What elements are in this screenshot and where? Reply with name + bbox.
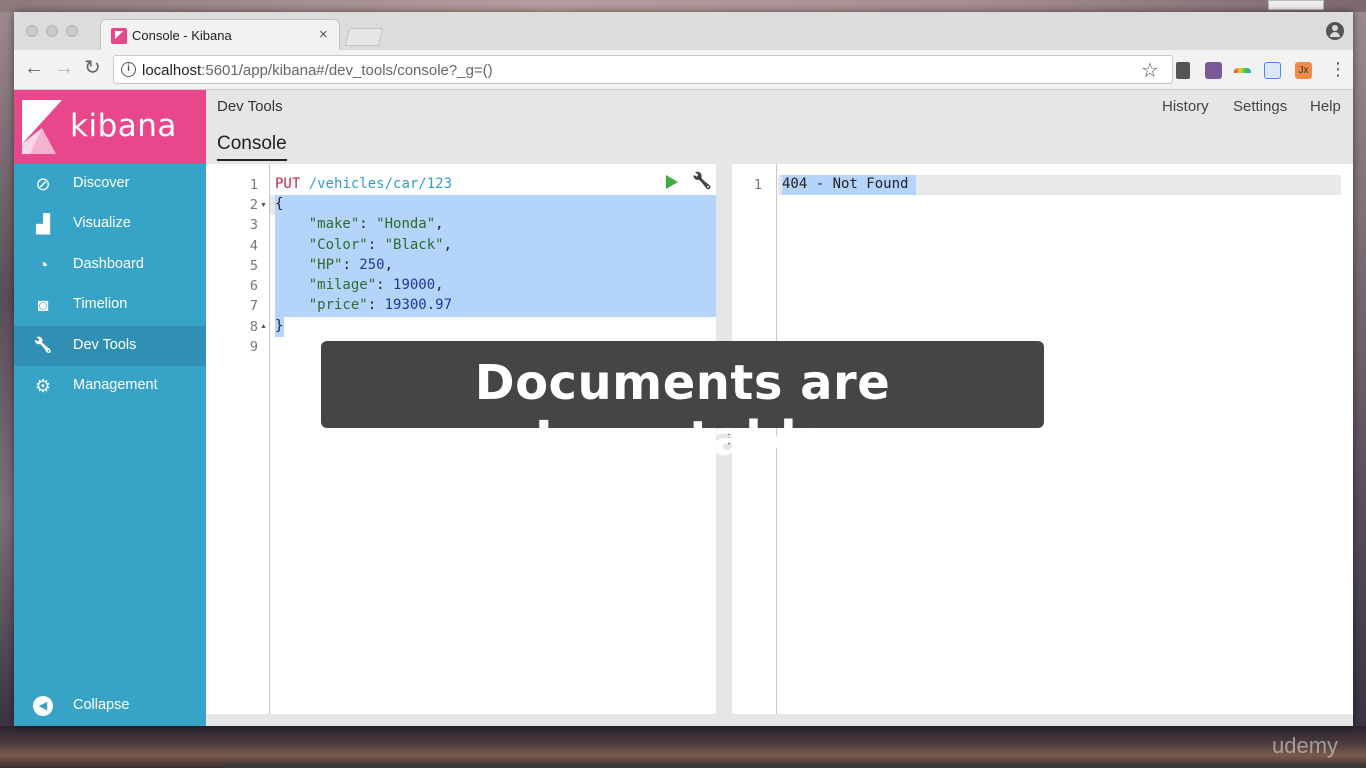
address-bar[interactable]: i localhost:5601/app/kibana#/dev_tools/c… xyxy=(113,55,1173,84)
rainbow-icon[interactable] xyxy=(1234,68,1251,73)
sidebar-item-management[interactable]: ⚙ Management xyxy=(14,366,206,406)
new-tab-button[interactable] xyxy=(344,28,384,46)
http-method: PUT xyxy=(275,176,301,192)
desktop-thumbnail xyxy=(1268,0,1324,10)
request-path: /vehicles/car/123 xyxy=(308,176,453,192)
sidebar-item-timelion[interactable]: ◙ Timelion xyxy=(14,285,206,325)
udemy-watermark: udemy xyxy=(1272,733,1339,758)
wrench-icon: 🔧 xyxy=(33,337,53,354)
window-close-button[interactable] xyxy=(26,25,38,37)
line-number: 9 xyxy=(249,339,258,355)
kibana-favicon-icon xyxy=(111,28,127,44)
line-number: 8 xyxy=(249,319,258,335)
help-link[interactable]: Help xyxy=(1310,98,1341,115)
run-request-icon[interactable] xyxy=(666,175,678,189)
tab-title: Console - Kibana xyxy=(132,28,232,43)
collapse-icon: ◀ xyxy=(33,696,53,716)
tab-console-kibana[interactable]: Console - Kibana × xyxy=(100,19,340,50)
info-icon[interactable]: i xyxy=(121,62,136,77)
sidebar-item-dev-tools[interactable]: 🔧 Dev Tools xyxy=(14,326,206,366)
sidebar-item-visualize[interactable]: ▟ Visualize xyxy=(14,204,206,244)
sidebar-item-discover[interactable]: ⊘ Discover xyxy=(14,164,206,204)
kibana-logo-text: kibana xyxy=(70,108,177,144)
settings-link[interactable]: Settings xyxy=(1233,98,1287,115)
sidebar-item-dashboard[interactable]: ◔ Dashboard xyxy=(14,245,206,285)
reload-icon[interactable]: ↻ xyxy=(84,58,101,78)
desktop-background-top xyxy=(0,0,1366,12)
kibana-logo[interactable]: kibana xyxy=(14,90,206,164)
tab-close-icon[interactable]: × xyxy=(319,26,328,43)
gauge-icon: ◔ xyxy=(37,255,49,275)
collapse-label: Collapse xyxy=(73,697,130,713)
robot-icon[interactable] xyxy=(1176,62,1190,79)
fold-toggle-icon[interactable]: ▼ xyxy=(260,202,267,209)
line-number: 3 xyxy=(249,217,258,233)
request-line: PUT /vehicles/car/123 xyxy=(275,176,452,192)
gear-icon: ⚙ xyxy=(34,376,52,396)
forward-arrow-icon[interactable]: → xyxy=(54,58,74,78)
request-options-wrench-icon[interactable]: 🔧 xyxy=(692,171,712,191)
desktop-bottom-bar xyxy=(225,764,1365,768)
sidebar-item-label: Visualize xyxy=(73,215,131,231)
tab-console[interactable]: Console xyxy=(217,133,287,161)
profile-icon[interactable] xyxy=(1326,22,1344,40)
line-number: 1 xyxy=(249,177,258,193)
line-number: 1 xyxy=(753,177,762,193)
bookmark-star-icon[interactable]: ☆ xyxy=(1141,58,1159,83)
json-field: "Color": "Black", xyxy=(308,237,453,253)
sidebar-item-label: Management xyxy=(73,377,158,393)
browser-menu-icon[interactable]: ⋮ xyxy=(1329,58,1347,80)
sidebar: kibana ⊘ Discover ▟ Visualize ◔ Dashboar… xyxy=(14,90,206,726)
json-field: "price": 19300.97 xyxy=(308,297,453,313)
sidebar-item-label: Dashboard xyxy=(73,256,144,272)
sidebar-collapse[interactable]: ◀ Collapse xyxy=(14,686,206,726)
timelion-icon: ◙ xyxy=(37,295,49,315)
line-number: 7 xyxy=(249,298,258,314)
browser-toolbar: ← → ↻ i localhost:5601/app/kibana#/dev_t… xyxy=(14,50,1353,90)
breadcrumb[interactable]: Dev Tools xyxy=(217,98,283,115)
compass-icon: ⊘ xyxy=(35,174,51,194)
history-link[interactable]: History xyxy=(1162,98,1209,115)
url-text[interactable]: localhost:5601/app/kibana#/dev_tools/con… xyxy=(142,62,493,79)
sidebar-item-label: Dev Tools xyxy=(73,337,137,353)
back-arrow-icon[interactable]: ← xyxy=(24,58,44,78)
line-number: 6 xyxy=(249,278,258,294)
line-number: 4 xyxy=(249,238,258,254)
sidebar-item-label: Timelion xyxy=(73,296,128,312)
desktop-background-right xyxy=(1353,12,1366,726)
json-field: "make": "Honda", xyxy=(308,216,444,232)
response-text: 404 - Not Found xyxy=(782,176,909,192)
desktop-background-bottom xyxy=(0,726,1366,768)
tab-bar: Console - Kibana × xyxy=(14,12,1353,50)
pillow-icon[interactable] xyxy=(1205,62,1222,79)
open-brace: { xyxy=(275,196,284,212)
kibana-logo-icon xyxy=(22,100,62,154)
line-number: 2 xyxy=(249,197,258,213)
caption-text: Documents are Immutable xyxy=(474,355,891,467)
desktop-background-left xyxy=(0,12,14,726)
window-minimize-button[interactable] xyxy=(46,25,58,37)
close-brace: } xyxy=(275,318,284,334)
jx-icon[interactable]: Jx xyxy=(1295,62,1312,79)
caption-overlay: Documents are Immutable xyxy=(321,341,1044,467)
window-zoom-button[interactable] xyxy=(66,25,78,37)
translate-icon[interactable] xyxy=(1264,62,1281,79)
fold-toggle-icon[interactable]: ▲ xyxy=(260,323,267,330)
json-field: "milage": 19000, xyxy=(308,277,444,293)
bar-chart-icon: ▟ xyxy=(36,214,50,234)
json-field: "HP": 250, xyxy=(308,257,394,273)
sidebar-item-label: Discover xyxy=(73,175,130,191)
line-number: 5 xyxy=(249,258,258,274)
